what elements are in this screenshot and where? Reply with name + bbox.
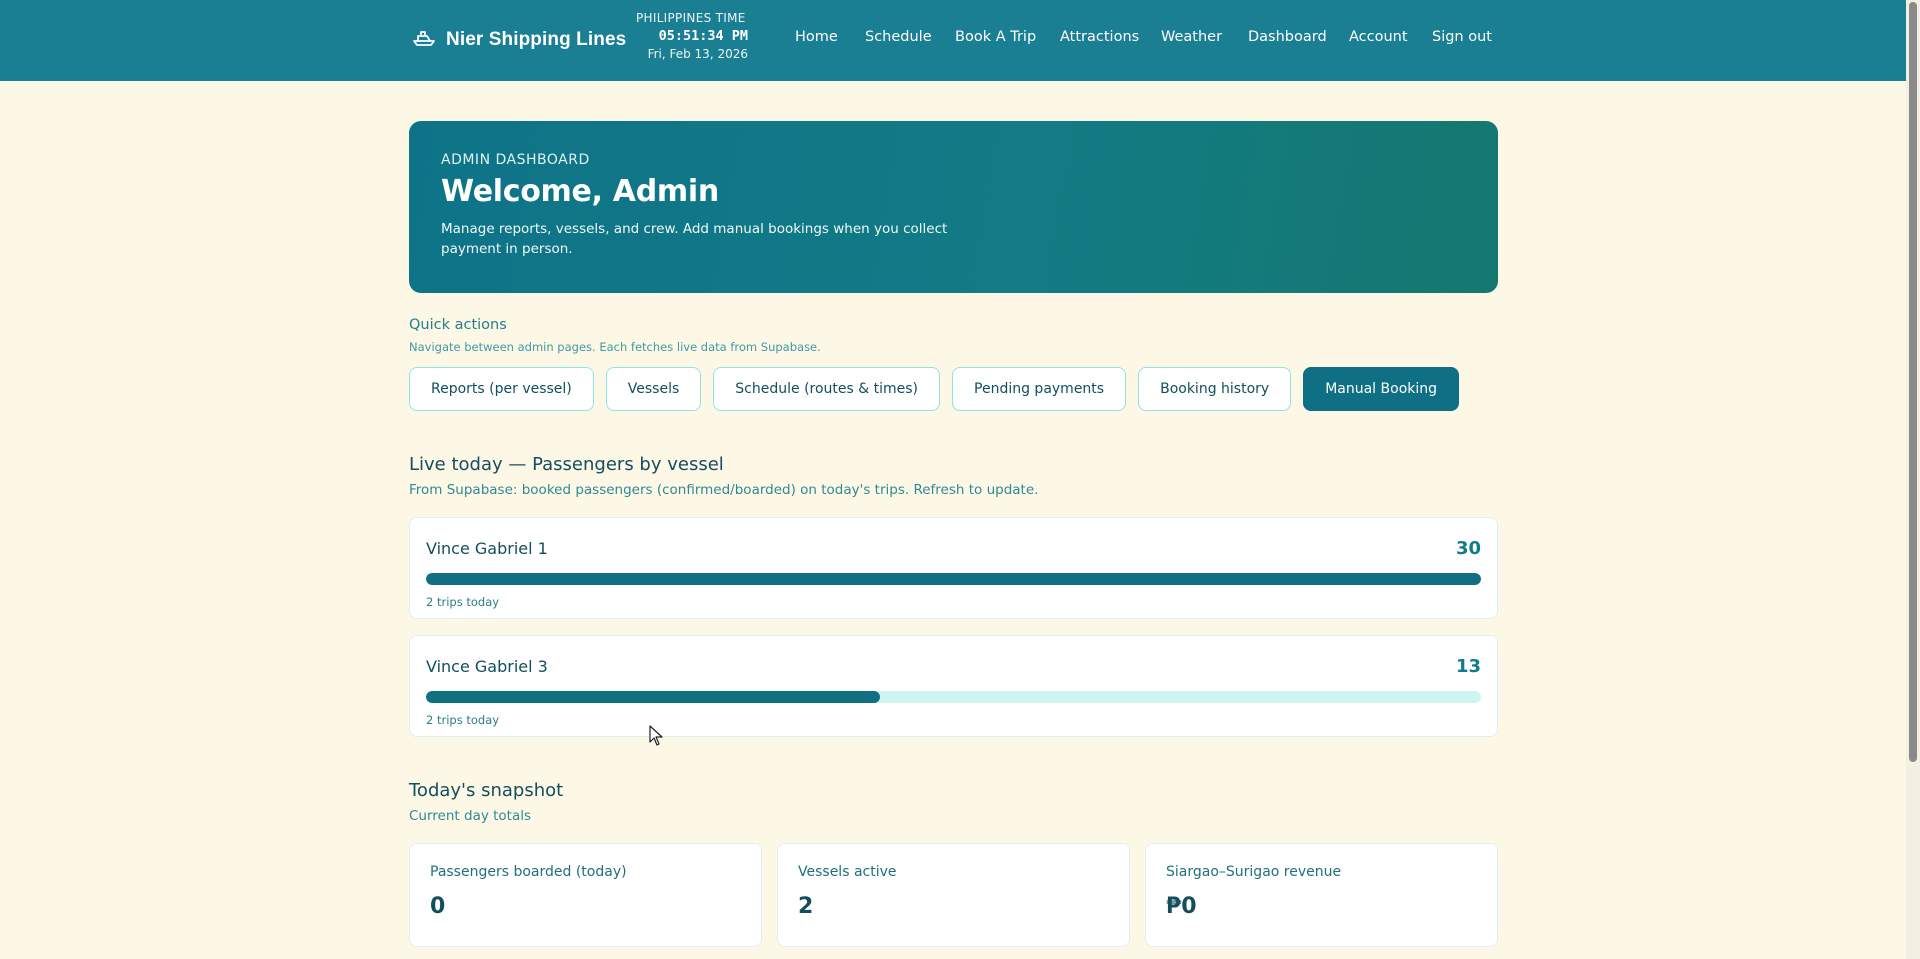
quick-actions-title: Quick actions <box>409 317 507 333</box>
vessel-passenger-count: 30 <box>1455 538 1481 559</box>
snapshot-value: ₱0 <box>1166 894 1197 919</box>
vessel-progress-fill <box>426 691 880 703</box>
vessel-trips: 2 trips today <box>426 595 500 609</box>
scrollbar-thumb[interactable] <box>1909 2 1917 762</box>
vessel-card: Vince Gabriel 1 30 2 trips today <box>409 517 1498 619</box>
snapshot-title: Today's snapshot <box>409 780 564 801</box>
nav-dashboard[interactable]: Dashboard <box>1248 29 1349 45</box>
vessels-button[interactable]: Vessels <box>605 367 702 411</box>
quick-actions: Reports (per vessel) Vessels Schedule (r… <box>409 367 1460 411</box>
clock-time: 05:51:34 PM <box>658 28 748 44</box>
nav-book-a-trip[interactable]: Book A Trip <box>955 29 1060 45</box>
nav-sign-out[interactable]: Sign out <box>1432 29 1492 45</box>
welcome-banner: ADMIN DASHBOARD Welcome, Admin Manage re… <box>409 121 1498 293</box>
vessel-progress-track <box>426 573 1481 585</box>
snapshot-card-revenue: Siargao–Surigao revenue ₱0 <box>1145 843 1498 947</box>
snapshot-card-vessels: Vessels active 2 <box>777 843 1130 947</box>
brand[interactable]: Nier Shipping Lines <box>412 27 626 53</box>
main-nav: Home Schedule Book A Trip Attractions We… <box>795 29 1492 45</box>
top-navbar: Nier Shipping Lines PHILIPPINES TIME 05:… <box>0 0 1906 81</box>
pending-payments-button[interactable]: Pending payments <box>952 367 1127 411</box>
banner-eyebrow: ADMIN DASHBOARD <box>441 152 590 168</box>
vessel-card: Vince Gabriel 3 13 2 trips today <box>409 635 1498 737</box>
nav-home[interactable]: Home <box>795 29 865 45</box>
snapshot-value: 0 <box>430 894 446 919</box>
brand-name: Nier Shipping Lines <box>446 29 627 50</box>
snapshot-subtitle: Current day totals <box>409 808 532 824</box>
live-section-title: Live today — Passengers by vessel <box>409 454 724 475</box>
reports-button[interactable]: Reports (per vessel) <box>409 367 594 411</box>
clock-date: Fri, Feb 13, 2026 <box>647 47 748 61</box>
scrollbar[interactable] <box>1906 0 1920 959</box>
snapshot-card-passengers: Passengers boarded (today) 0 <box>409 843 762 947</box>
banner-description: Manage reports, vessels, and crew. Add m… <box>441 221 948 257</box>
manual-booking-button[interactable]: Manual Booking <box>1303 367 1460 411</box>
vessel-trips: 2 trips today <box>426 713 500 727</box>
vessel-progress-track <box>426 691 1481 703</box>
snapshot-value: 2 <box>798 894 814 919</box>
snapshot-label: Vessels active <box>798 864 897 880</box>
banner-title: Welcome, Admin <box>441 174 719 209</box>
clock-label: PHILIPPINES TIME <box>636 11 746 25</box>
mouse-cursor-icon <box>649 725 663 746</box>
vessel-progress-fill <box>426 573 1481 585</box>
vessel-passenger-count: 13 <box>1455 656 1481 677</box>
nav-weather[interactable]: Weather <box>1161 29 1248 45</box>
nav-account[interactable]: Account <box>1349 29 1432 45</box>
quick-actions-subtitle: Navigate between admin pages. Each fetch… <box>409 340 821 354</box>
live-section-subtitle: From Supabase: booked passengers (confir… <box>409 482 1039 498</box>
snapshot-label: Passengers boarded (today) <box>430 864 627 880</box>
vessel-name: Vince Gabriel 3 <box>426 657 548 676</box>
vessel-name: Vince Gabriel 1 <box>426 539 548 558</box>
nav-schedule[interactable]: Schedule <box>865 29 955 45</box>
ship-icon <box>412 27 436 53</box>
philippines-clock: PHILIPPINES TIME 05:51:34 PM Fri, Feb 13… <box>636 11 748 61</box>
booking-history-button[interactable]: Booking history <box>1138 367 1292 411</box>
nav-attractions[interactable]: Attractions <box>1060 29 1161 45</box>
schedule-button[interactable]: Schedule (routes & times) <box>713 367 941 411</box>
snapshot-label: Siargao–Surigao revenue <box>1166 864 1342 880</box>
